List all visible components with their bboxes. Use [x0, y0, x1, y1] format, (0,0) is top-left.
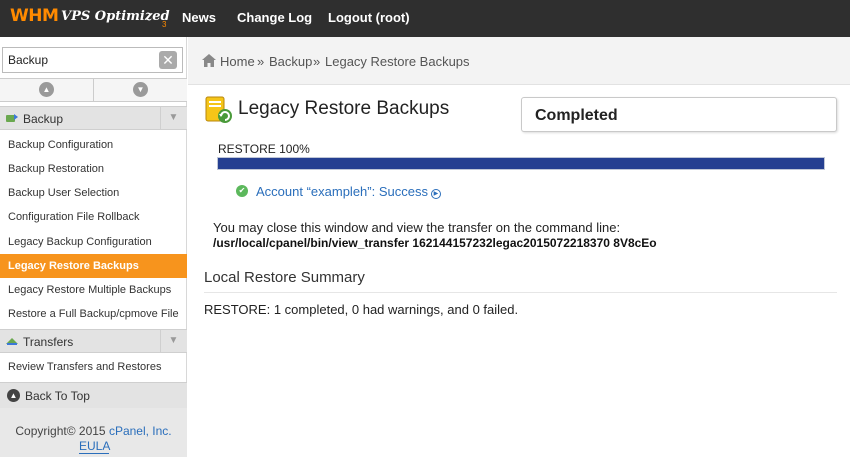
sidebar: ✕ ▲ ▼ Backup ▼ Backup Configuration Back…	[0, 37, 187, 457]
status-text: Completed	[535, 107, 618, 124]
close-window-message: You may close this window and view the t…	[213, 220, 621, 235]
expand-arrow-icon[interactable]: ▶	[430, 189, 441, 199]
status-box: Completed	[521, 97, 837, 132]
summary-heading: Local Restore Summary	[204, 269, 365, 286]
chevron-down-icon[interactable]: ▼	[160, 107, 186, 129]
progress-label: RESTORE 100%	[218, 142, 310, 156]
sidebar-item-legacy-backup-configuration[interactable]: Legacy Backup Configuration	[0, 230, 187, 254]
cpanel-link[interactable]: cPanel, Inc.	[109, 424, 172, 438]
account-result-text: Account “exampleh”: Success	[256, 184, 428, 199]
nav-news-link[interactable]: News	[182, 10, 216, 25]
breadcrumb-current: Legacy Restore Backups	[325, 54, 470, 69]
breadcrumb-separator: »	[257, 54, 265, 69]
breadcrumb-backup[interactable]: Backup	[269, 54, 312, 69]
scroll-down-button[interactable]: ▼	[93, 79, 186, 101]
progress-bar-fill	[218, 158, 824, 169]
home-icon[interactable]	[202, 54, 216, 67]
logo-vps-text: VPS Optimized	[61, 9, 170, 24]
sidebar-item-backup-configuration[interactable]: Backup Configuration	[0, 133, 187, 157]
sidebar-item-backup-user-selection[interactable]: Backup User Selection	[0, 181, 187, 205]
account-result-link[interactable]: Account “exampleh”: Success ▶	[256, 184, 441, 199]
breadcrumb-home[interactable]: Home	[220, 54, 255, 69]
breadcrumb-separator: »	[313, 54, 321, 69]
logo-whm-text: WHM	[10, 6, 59, 26]
clear-search-icon[interactable]: ✕	[159, 51, 177, 69]
page-title: Legacy Restore Backups	[238, 98, 450, 119]
back-to-top-button[interactable]: ▲ Back To Top	[0, 382, 187, 408]
scroll-up-button[interactable]: ▲	[0, 79, 93, 101]
arrow-down-icon: ▼	[133, 82, 148, 97]
summary-divider	[204, 292, 837, 293]
sidebar-item-review-transfers[interactable]: Review Transfers and Restores	[0, 355, 187, 379]
sidebar-scroll-controls: ▲ ▼	[0, 78, 187, 102]
copyright-text: Copyright© 2015	[15, 424, 106, 438]
eula-link[interactable]: EULA	[79, 439, 110, 454]
sidebar-item-configuration-file-rollback[interactable]: Configuration File Rollback	[0, 205, 187, 229]
category-label: Backup	[23, 112, 64, 126]
arrow-up-circle-icon: ▲	[7, 389, 20, 402]
logo-version-text: 3	[162, 20, 167, 29]
restore-backup-icon	[205, 96, 232, 123]
sidebar-item-legacy-restore-backups[interactable]: Legacy Restore Backups	[0, 254, 187, 278]
arrow-up-icon: ▲	[39, 82, 54, 97]
sidebar-item-restore-full-backup[interactable]: Restore a Full Backup/cpmove File	[0, 302, 187, 326]
summary-text: RESTORE: 1 completed, 0 had warnings, an…	[204, 302, 519, 317]
check-circle-icon: ✔	[236, 185, 248, 197]
transfers-icon	[5, 335, 19, 350]
category-label: Transfers	[23, 335, 74, 349]
sidebar-footer: Copyright© 2015 cPanel, Inc. EULA	[0, 408, 187, 457]
sidebar-search: ✕	[0, 45, 187, 75]
search-input[interactable]	[2, 47, 183, 73]
command-line-text: /usr/local/cpanel/bin/view_transfer 1621…	[213, 236, 657, 250]
nav-logout-link[interactable]: Logout (root)	[328, 10, 410, 25]
back-to-top-label: Back To Top	[25, 389, 90, 403]
sidebar-category-backup[interactable]: Backup ▼	[0, 106, 187, 130]
chevron-down-icon[interactable]: ▼	[160, 330, 186, 352]
breadcrumb: Home » Backup » Legacy Restore Backups	[188, 37, 850, 85]
sidebar-item-backup-restoration[interactable]: Backup Restoration	[0, 157, 187, 181]
sidebar-item-legacy-restore-multiple-backups[interactable]: Legacy Restore Multiple Backups	[0, 278, 187, 302]
nav-change-log-link[interactable]: Change Log	[237, 10, 312, 25]
sidebar-category-transfers[interactable]: Transfers ▼	[0, 329, 187, 353]
progress-bar	[217, 157, 825, 170]
backup-icon	[5, 112, 19, 127]
top-bar: WHM VPS Optimized 3 News Change Log Logo…	[0, 0, 850, 37]
